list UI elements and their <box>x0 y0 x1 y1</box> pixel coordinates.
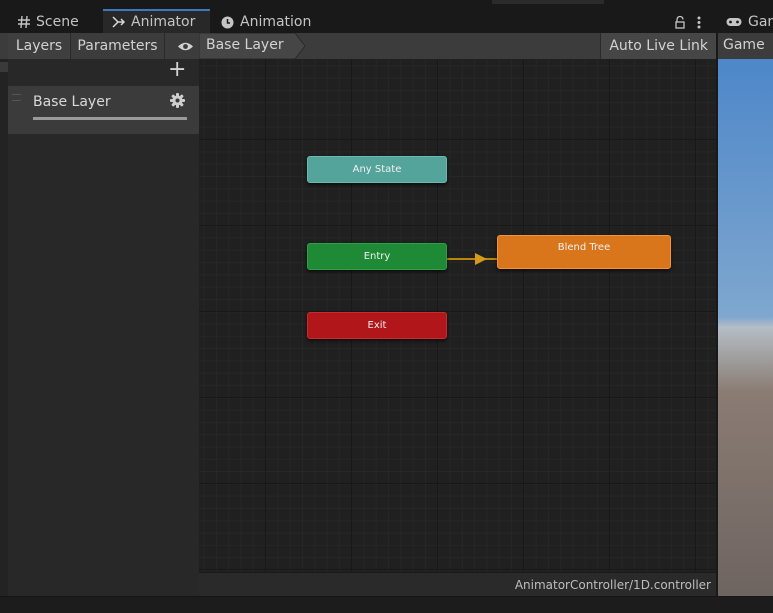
tab-animator-label: Animator <box>131 14 196 30</box>
clock-icon <box>221 16 234 29</box>
layer-name: Base Layer <box>33 94 111 110</box>
left-edge-marker <box>0 62 8 72</box>
eye-icon[interactable] <box>176 33 194 59</box>
tab-game-label: Gam <box>748 14 773 30</box>
tab-strip-dropdown-bg <box>492 0 604 4</box>
add-layer-button[interactable]: + <box>168 58 186 82</box>
tab-animation[interactable]: Animation <box>221 11 311 33</box>
layers-button[interactable]: Layers <box>8 33 71 59</box>
tab-game[interactable]: Gam <box>726 11 773 33</box>
tab-animator[interactable]: Animator <box>103 9 210 33</box>
transition-arrows <box>446 253 497 265</box>
more-options-icon[interactable] <box>697 14 701 33</box>
scene-grid-icon <box>18 16 30 28</box>
drag-handle-icon[interactable] <box>12 94 21 101</box>
exit-node[interactable]: Exit <box>307 312 447 339</box>
entry-node[interactable]: Entry <box>307 243 447 270</box>
auto-live-link-button[interactable]: Auto Live Link <box>600 33 716 59</box>
breadcrumb-base-layer: Base Layer <box>206 37 284 53</box>
game-viewport[interactable] <box>718 59 773 596</box>
state-machine-graph[interactable]: Any State Entry Exit Blend Tree <box>199 59 716 572</box>
tab-animation-label: Animation <box>240 14 312 30</box>
parameters-button[interactable]: Parameters <box>71 33 165 59</box>
layer-weight-bar <box>33 117 187 120</box>
animator-icon <box>112 16 125 28</box>
layer-item[interactable]: Base Layer <box>8 86 199 134</box>
controller-path: AnimatorController/1D.controller <box>514 578 711 592</box>
editor-status-bar <box>0 596 773 613</box>
layers-panel <box>8 59 199 596</box>
any-state-node[interactable]: Any State <box>307 156 447 183</box>
status-bar: AnimatorController/1D.controller <box>199 572 716 597</box>
game-toolbar: Game <box>718 33 773 59</box>
blend-tree-node[interactable]: Blend Tree <box>497 235 671 269</box>
tab-scene-label: Scene <box>36 14 79 30</box>
transition-arrowhead <box>475 253 487 265</box>
layer-settings-gear-icon[interactable] <box>170 93 185 112</box>
gamepad-icon <box>726 17 742 27</box>
game-view-label: Game <box>723 37 765 53</box>
lock-icon[interactable] <box>675 14 685 33</box>
animator-toolbar: Layers Parameters Auto Live Link <box>0 33 716 60</box>
tab-scene[interactable]: Scene <box>18 11 79 33</box>
